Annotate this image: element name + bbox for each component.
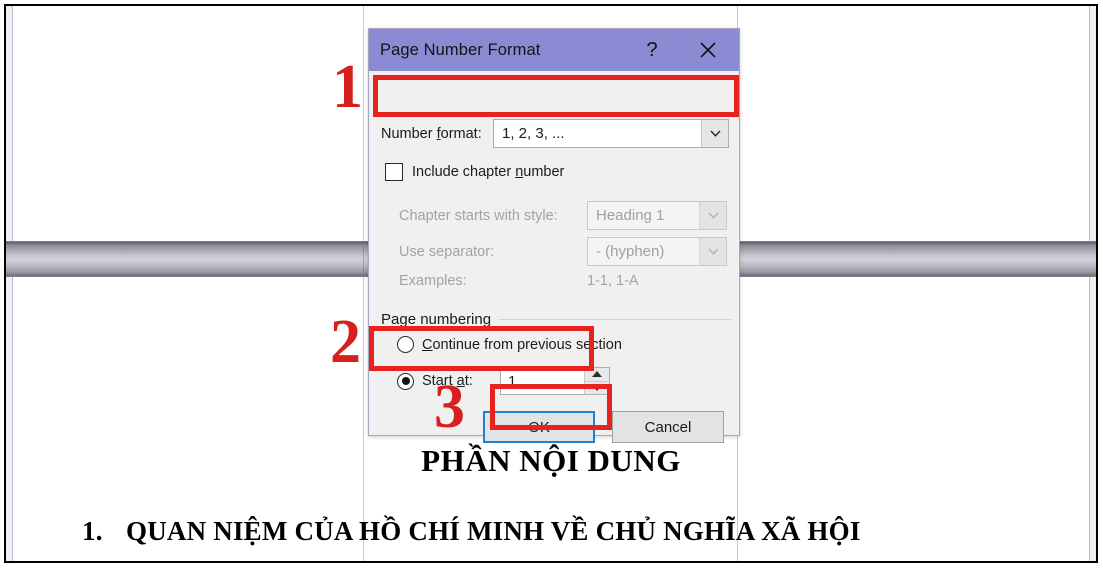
include-chapter-number-label: Include chapter number <box>412 164 565 180</box>
chevron-down-icon <box>709 130 721 137</box>
close-icon <box>700 42 716 58</box>
group-divider <box>499 319 731 320</box>
include-chapter-number-checkbox[interactable] <box>385 163 403 181</box>
examples-label: Examples: <box>399 273 467 289</box>
page-numbering-group-header: Page numbering <box>381 311 731 328</box>
document-list-item: 1. QUAN NIỆM CỦA HỒ CHÍ MINH VỀ CHỦ NGHĨ… <box>82 516 1056 547</box>
use-separator-dropdown-button <box>699 238 726 265</box>
chapter-style-row: Chapter starts with style: Heading 1 <box>399 201 729 230</box>
chapter-style-dropdown-button <box>699 202 726 229</box>
use-separator-combobox: - (hyphen) <box>587 237 727 266</box>
chapter-style-value: Heading 1 <box>596 207 665 224</box>
start-at-row[interactable]: Start at: 1 <box>397 367 697 395</box>
number-format-label: Number format: <box>381 125 482 142</box>
continue-from-previous-row[interactable]: Continue from previous section <box>397 336 622 353</box>
ok-button[interactable]: OK <box>483 411 595 443</box>
document-list-text: QUAN NIỆM CỦA HỒ CHÍ MINH VỀ CHỦ NGHĨA X… <box>126 516 861 546</box>
dialog-body: Number format: 1, 2, 3, ... Include chap… <box>369 71 739 443</box>
number-format-combobox[interactable]: 1, 2, 3, ... <box>493 119 729 148</box>
close-button[interactable] <box>687 29 729 71</box>
spinner-up-button[interactable] <box>585 368 609 381</box>
help-button[interactable]: ? <box>631 29 673 71</box>
examples-value: 1-1, 1-A <box>587 273 639 289</box>
document-heading: PHẦN NỘI DUNG <box>421 443 681 478</box>
start-at-spinner-buttons[interactable] <box>584 368 609 394</box>
number-format-dropdown-button[interactable] <box>701 120 728 147</box>
chevron-down-icon <box>707 248 719 255</box>
document-list-number: 1. <box>82 516 103 546</box>
spinner-down-button[interactable] <box>585 380 609 394</box>
start-at-value: 1 <box>508 372 517 390</box>
use-separator-row: Use separator: - (hyphen) <box>399 237 729 266</box>
use-separator-value: - (hyphen) <box>596 243 665 260</box>
start-at-spinner[interactable]: 1 <box>500 367 610 395</box>
continue-from-previous-label: Continue from previous section <box>422 336 622 353</box>
dialog-title: Page Number Format <box>380 40 541 59</box>
number-format-row: Number format: 1, 2, 3, ... <box>381 119 729 148</box>
triangle-up-icon <box>592 371 602 378</box>
start-at-radio[interactable] <box>397 372 414 390</box>
include-chapter-number-row[interactable]: Include chapter number <box>385 163 564 181</box>
page-numbering-group-label: Page numbering <box>381 311 492 328</box>
dialog-titlebar: Page Number Format ? <box>369 29 739 71</box>
screenshot-frame: PHẦN NỘI DUNG 1. QUAN NIỆM CỦA HỒ CHÍ MI… <box>4 4 1098 563</box>
page-number-format-dialog: Page Number Format ? Number format: 1, 2… <box>368 28 740 443</box>
cancel-button[interactable]: Cancel <box>612 411 724 443</box>
question-mark-icon: ? <box>646 38 658 61</box>
page-break-seam-left <box>363 242 364 276</box>
triangle-down-icon <box>592 384 602 391</box>
examples-row: Examples: 1-1, 1-A <box>399 273 729 289</box>
chevron-down-icon <box>707 212 719 219</box>
chapter-style-label: Chapter starts with style: <box>399 207 558 224</box>
chapter-style-combobox: Heading 1 <box>587 201 727 230</box>
number-format-value: 1, 2, 3, ... <box>502 125 565 142</box>
start-at-label: Start at: <box>422 373 473 389</box>
use-separator-label: Use separator: <box>399 243 495 260</box>
continue-from-previous-radio[interactable] <box>397 336 414 353</box>
